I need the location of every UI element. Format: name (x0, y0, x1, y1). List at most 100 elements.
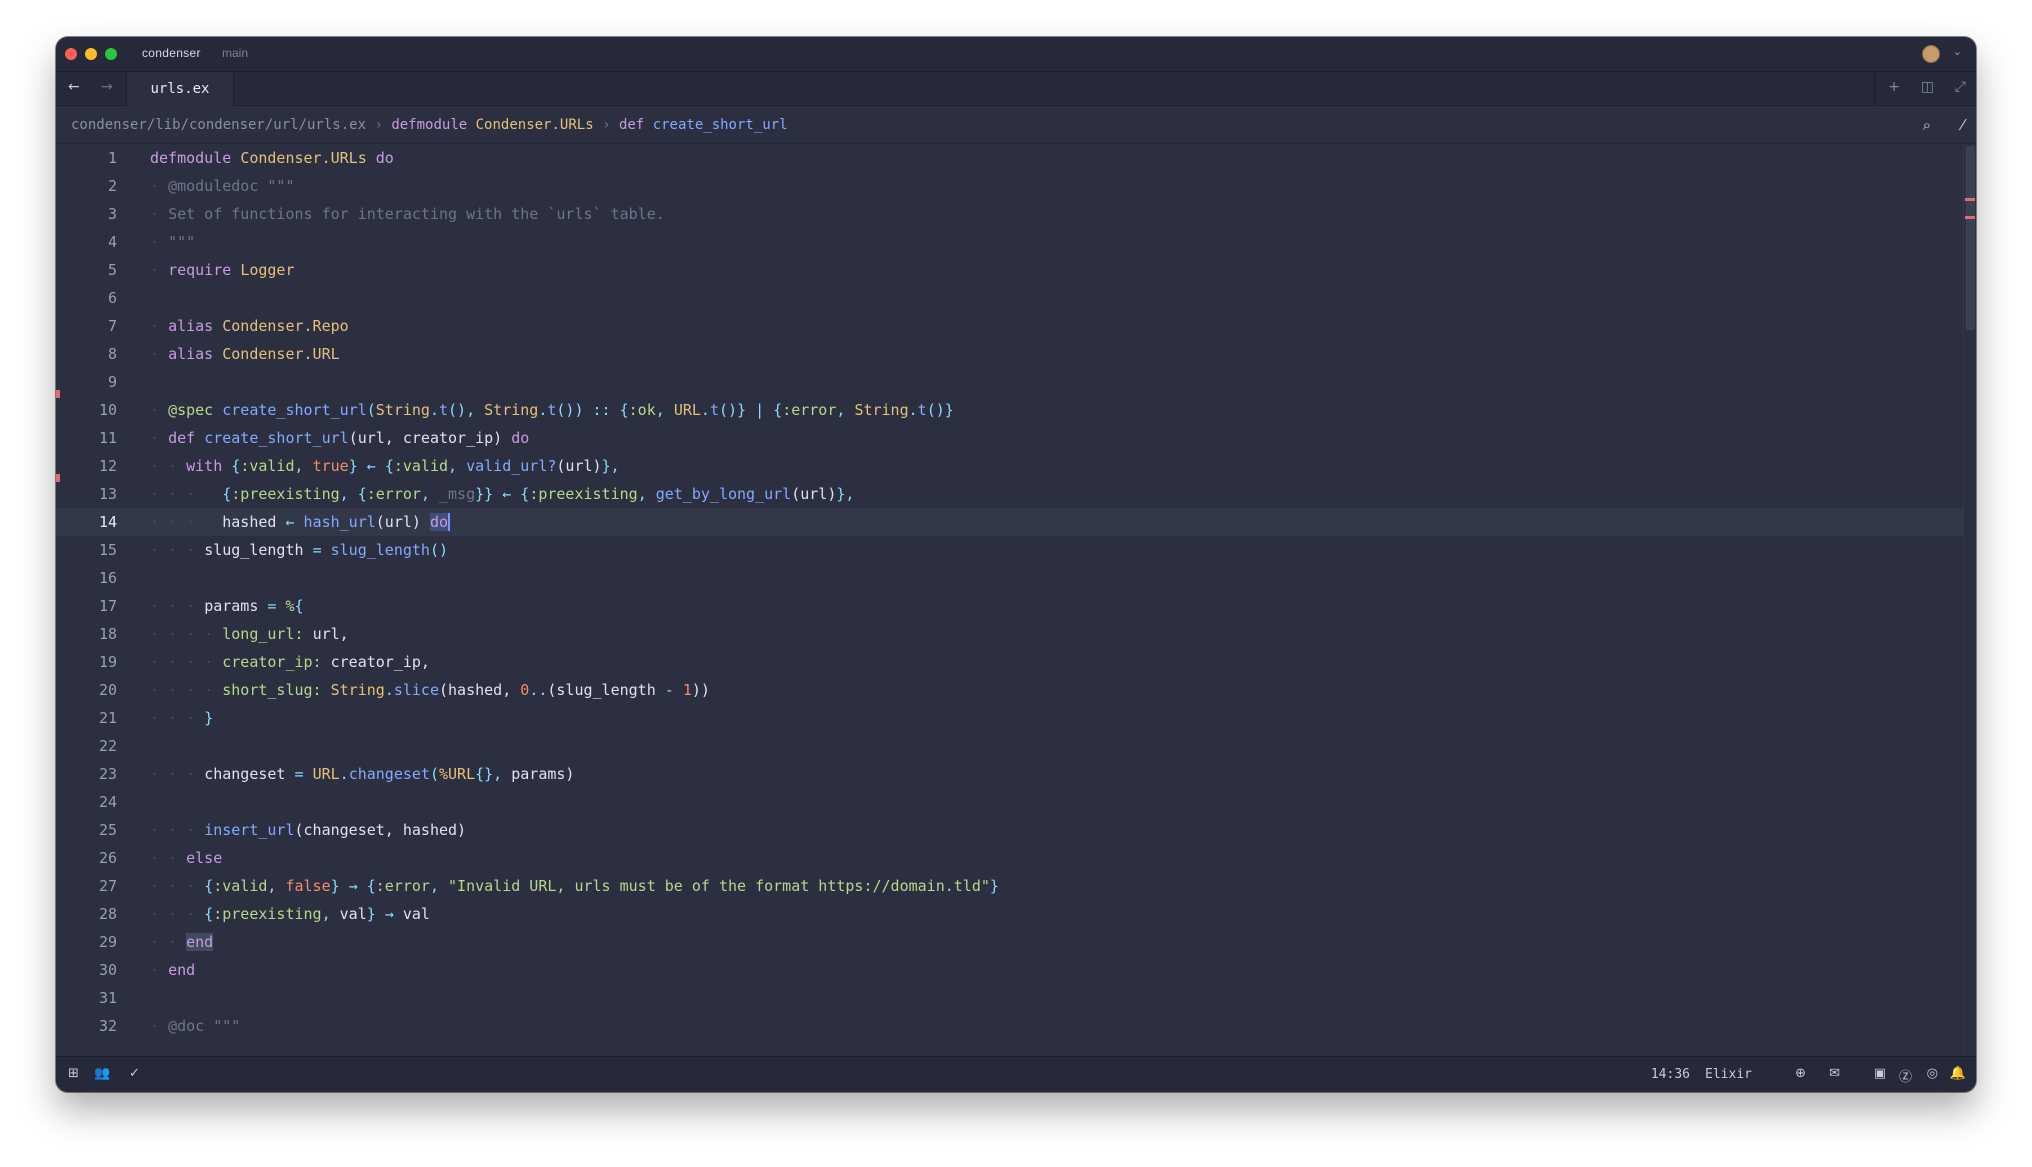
code-line[interactable]: 9 (56, 368, 1964, 396)
code-line[interactable]: 7 · alias Condenser.Repo (56, 312, 1964, 340)
line-text: · def create_short_url(url, creator_ip) … (150, 429, 530, 447)
code-line[interactable]: 21 · · · } (56, 704, 1964, 732)
user-avatar-icon[interactable] (1922, 45, 1940, 63)
tab-urls-ex[interactable]: urls.ex (126, 72, 234, 106)
code-line-current[interactable]: 14 · · · hashed ← hash_url(url) do (56, 508, 1964, 536)
line-number: 30 (98, 961, 117, 979)
code-line[interactable]: 11 · def create_short_url(url, creator_i… (56, 424, 1964, 452)
maximize-window-button[interactable] (105, 48, 117, 60)
close-window-button[interactable] (65, 48, 77, 60)
code-line[interactable]: 27 · · · {:valid, false} → {:error, "Inv… (56, 872, 1964, 900)
line-number: 29 (98, 933, 117, 951)
line-text: · · · · short_slug: String.slice(hashed,… (150, 681, 710, 699)
line-number: 25 (98, 821, 117, 839)
mail-icon[interactable]: ✉ (1829, 1066, 1840, 1081)
line-number: 22 (98, 737, 117, 755)
line-number: 5 (107, 261, 117, 279)
tab-bar: ← → urls.ex + ◫ ⤢ (56, 72, 1976, 106)
code-line[interactable]: 4 · """ (56, 228, 1964, 256)
line-number: 13 (98, 485, 117, 503)
line-number: 2 (107, 177, 117, 195)
line-text: · end (150, 961, 196, 979)
breadcrumb-path[interactable]: condenser/lib/condenser/url/urls.ex (71, 117, 366, 133)
code-line[interactable]: 22 (56, 732, 1964, 760)
expand-icon[interactable]: ⤢ (1955, 79, 1966, 95)
scrollbar-diagnostic-marker (1965, 198, 1975, 201)
breadcrumb-module-keyword[interactable]: defmodule (391, 117, 467, 133)
code-line[interactable]: 29 · · end (56, 928, 1964, 956)
divider (1874, 72, 1875, 105)
line-text: · require Logger (150, 261, 295, 279)
tab-label: urls.ex (150, 81, 210, 97)
code-editor[interactable]: 1 defmodule Condenser.URLs do 2 · @modul… (56, 144, 1976, 1056)
code-line[interactable]: 32 · @doc """ (56, 1012, 1964, 1040)
line-number: 26 (98, 849, 117, 867)
split-pane-icon[interactable]: ◫ (1921, 79, 1934, 95)
cursor-position[interactable]: 14:36 (1651, 1067, 1690, 1082)
code-line[interactable]: 30 · end (56, 956, 1964, 984)
line-text: · · end (150, 933, 214, 951)
code-line[interactable]: 12 · · with {:valid, true} ← {:valid, va… (56, 452, 1964, 480)
code-line[interactable]: 10 · @spec create_short_url(String.t(), … (56, 396, 1964, 424)
code-line[interactable]: 20 · · · · short_slug: String.slice(hash… (56, 676, 1964, 704)
code-line[interactable]: 18 · · · · long_url: url, (56, 620, 1964, 648)
code-line[interactable]: 6 (56, 284, 1964, 312)
code-line[interactable]: 17 · · · params = %{ (56, 592, 1964, 620)
code-line[interactable]: 1 defmodule Condenser.URLs do (56, 144, 1964, 172)
line-number: 7 (107, 317, 117, 335)
project-name[interactable]: condenser (142, 46, 201, 60)
code-line[interactable]: 2 · @moduledoc """ (56, 172, 1964, 200)
line-text: · · · {:valid, false} → {:error, "Invali… (150, 877, 999, 895)
terminal-icon[interactable]: ▣ (1874, 1066, 1886, 1081)
collaborators-icon[interactable]: 👥 (94, 1066, 110, 1081)
code-line[interactable]: 3 · Set of functions for interacting wit… (56, 200, 1964, 228)
check-icon[interactable]: ✓ (129, 1066, 140, 1081)
line-text: · · else (150, 849, 223, 867)
line-number: 11 (98, 429, 117, 447)
vertical-scrollbar[interactable] (1963, 144, 1976, 1056)
code-line[interactable]: 31 (56, 984, 1964, 1012)
line-number: 12 (98, 457, 117, 475)
chat-icon[interactable]: ◎ (1927, 1066, 1938, 1081)
breadcrumb-function[interactable]: create_short_url (653, 117, 788, 133)
language-selector[interactable]: Elixir (1705, 1067, 1752, 1082)
copilot-icon[interactable]: ⊕ (1795, 1066, 1806, 1081)
code-line[interactable]: 15 · · · slug_length = slug_length() (56, 536, 1964, 564)
code-line[interactable]: 25 · · · insert_url(changeset, hashed) (56, 816, 1964, 844)
plus-icon[interactable]: + (1888, 79, 1900, 95)
line-number: 10 (98, 401, 117, 419)
breadcrumb-module[interactable]: Condenser.URLs (476, 117, 594, 133)
code-line[interactable]: 5 · require Logger (56, 256, 1964, 284)
line-text: · · · } (150, 709, 214, 727)
magic-wand-icon[interactable]: ⁄ (1961, 116, 1964, 134)
bell-icon[interactable]: 🔔 (1950, 1066, 1966, 1081)
code-line[interactable]: 8 · alias Condenser.URL (56, 340, 1964, 368)
breadcrumb-function-keyword[interactable]: def (619, 117, 644, 133)
line-number: 8 (107, 345, 117, 363)
line-text: · @spec create_short_url(String.t(), Str… (150, 401, 954, 419)
back-arrow-icon[interactable]: ← (68, 79, 80, 95)
forward-arrow-icon[interactable]: → (101, 79, 113, 95)
line-number: 32 (98, 1017, 117, 1035)
code-line[interactable]: 23 · · · changeset = URL.changeset(%URL{… (56, 760, 1964, 788)
line-text: · """ (150, 233, 196, 251)
line-number: 31 (98, 989, 117, 1007)
chevron-down-icon[interactable]: ⌄ (1953, 45, 1962, 58)
project-panel-icon[interactable]: ⊞ (68, 1066, 79, 1081)
line-number: 14 (98, 513, 117, 531)
scrollbar-thumb[interactable] (1966, 146, 1975, 330)
code-line[interactable]: 28 · · · {:preexisting, val} → val (56, 900, 1964, 928)
breadcrumb-trail: condenser/lib/condenser/url/urls.ex › de… (71, 117, 788, 133)
branch-name[interactable]: main (222, 46, 248, 60)
minimize-window-button[interactable] (85, 48, 97, 60)
code-line[interactable]: 13 · · · {:preexisting, {:error, _msg}} … (56, 480, 1964, 508)
code-line[interactable]: 19 · · · · creator_ip: creator_ip, (56, 648, 1964, 676)
code-line[interactable]: 24 (56, 788, 1964, 816)
line-text: · @doc """ (150, 1017, 241, 1035)
zed-icon[interactable]: Ⓩ (1899, 1066, 1912, 1085)
code-line[interactable]: 16 (56, 564, 1964, 592)
line-text: defmodule Condenser.URLs do (150, 149, 394, 167)
line-number: 6 (107, 289, 117, 307)
search-icon[interactable]: ⌕ (1923, 116, 1931, 134)
code-line[interactable]: 26 · · else (56, 844, 1964, 872)
